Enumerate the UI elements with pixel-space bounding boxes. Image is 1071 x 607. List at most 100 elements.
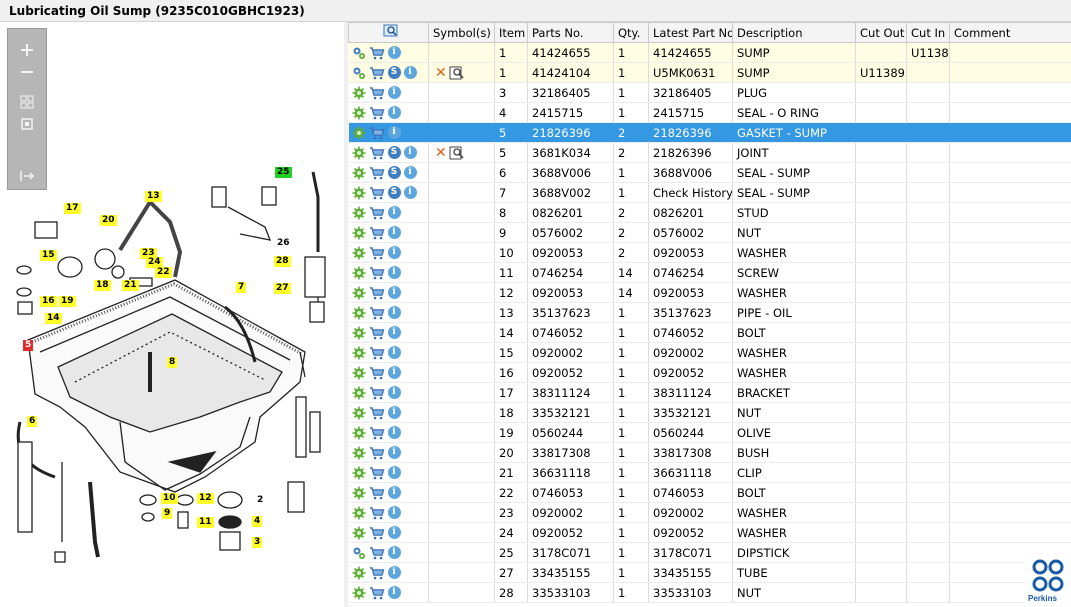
gear-icon[interactable]	[352, 106, 366, 120]
info-icon[interactable]: i	[387, 86, 401, 100]
cart-icon[interactable]	[369, 426, 385, 440]
cart-icon[interactable]	[369, 66, 385, 80]
info-icon[interactable]: i	[387, 246, 401, 260]
callout-14[interactable]: 14	[45, 313, 62, 324]
table-row[interactable]: i 22 0746053 1 0746053 BOLT	[348, 482, 1071, 503]
callout-7[interactable]: 7	[236, 282, 247, 293]
diagram-pane[interactable]: 25 13 17 20 26 15 23 24 28 21 22 18 7 27…	[0, 22, 344, 607]
cross-icon[interactable]: ✕	[435, 145, 447, 161]
info-icon[interactable]: i	[387, 346, 401, 360]
cart-icon[interactable]	[369, 306, 385, 320]
callout-16[interactable]: 16	[40, 296, 57, 307]
supersession-icon[interactable]: S	[387, 146, 401, 160]
column-header-icons[interactable]	[348, 22, 429, 43]
cart-icon[interactable]	[369, 126, 385, 140]
table-row[interactable]: i 27 33435155 1 33435155 TUBE	[348, 562, 1071, 583]
supersession-icon[interactable]: S	[387, 166, 401, 180]
table-row[interactable]: i 8 0826201 2 0826201 STUD	[348, 202, 1071, 223]
cart-icon[interactable]	[369, 586, 385, 600]
callout-28[interactable]: 28	[274, 256, 291, 267]
cart-icon[interactable]	[369, 546, 385, 560]
table-row[interactable]: i 28 33533103 1 33533103 NUT	[348, 582, 1071, 603]
cart-icon[interactable]	[369, 506, 385, 520]
info-icon[interactable]: i	[387, 366, 401, 380]
table-row[interactable]: i 25 3178C071 1 3178C071 DIPSTICK	[348, 542, 1071, 563]
cart-icon[interactable]	[369, 246, 385, 260]
cart-icon[interactable]	[369, 406, 385, 420]
table-row[interactable]: i 13 35137623 1 35137623 PIPE - OIL	[348, 302, 1071, 323]
gear-icon[interactable]	[352, 366, 366, 380]
table-row[interactable]: i 20 33817308 1 33817308 BUSH	[348, 442, 1071, 463]
table-row[interactable]: i 18 33532121 1 33532121 NUT	[348, 402, 1071, 423]
supersession-icon[interactable]: S	[387, 186, 401, 200]
info-icon[interactable]: i	[387, 126, 401, 140]
cart-icon[interactable]	[369, 86, 385, 100]
info-icon[interactable]: i	[387, 386, 401, 400]
info-icon[interactable]: i	[387, 266, 401, 280]
column-header-parts-no[interactable]: Parts No.	[527, 22, 614, 43]
cart-icon[interactable]	[369, 486, 385, 500]
export-button[interactable]	[17, 167, 37, 185]
callout-13[interactable]: 13	[145, 191, 162, 202]
callout-4[interactable]: 4	[252, 516, 263, 527]
gear-icon[interactable]	[352, 286, 366, 300]
table-row[interactable]: Si 6 3688V006 1 3688V006 SEAL - SUMP	[348, 162, 1071, 183]
table-row[interactable]: i 9 0576002 2 0576002 NUT	[348, 222, 1071, 243]
gears-icon[interactable]	[352, 66, 366, 80]
callout-8[interactable]: 8	[167, 357, 178, 368]
zoom-out-button[interactable]	[17, 63, 37, 81]
table-row[interactable]: i 14 0746052 1 0746052 BOLT	[348, 322, 1071, 343]
table-row[interactable]: i141424655141424655SUMPU11389	[348, 42, 1071, 63]
column-header-comment[interactable]: Comment	[949, 22, 1071, 43]
info-icon[interactable]: i	[387, 46, 401, 60]
view-history-icon[interactable]	[449, 66, 465, 80]
info-icon[interactable]: i	[387, 546, 401, 560]
info-icon[interactable]: i	[387, 586, 401, 600]
table-row[interactable]: i 21 36631118 1 36631118 CLIP	[348, 462, 1071, 483]
info-icon[interactable]: i	[387, 406, 401, 420]
callout-15[interactable]: 15	[40, 250, 57, 261]
gear-icon[interactable]	[352, 526, 366, 540]
gear-icon[interactable]	[352, 86, 366, 100]
column-header-latest-part-no[interactable]: Latest Part No.	[648, 22, 733, 43]
info-icon[interactable]: i	[387, 446, 401, 460]
info-icon[interactable]: i	[403, 66, 417, 80]
column-header-cut-out[interactable]: Cut Out	[855, 22, 907, 43]
cart-icon[interactable]	[369, 106, 385, 120]
info-icon[interactable]: i	[387, 566, 401, 580]
table-row[interactable]: Si 7 3688V002 1 Check History SEAL - SUMP	[348, 182, 1071, 203]
fit-page-button[interactable]	[17, 93, 37, 111]
gear-icon[interactable]	[352, 566, 366, 580]
cart-icon[interactable]	[369, 186, 385, 200]
cart-icon[interactable]	[369, 526, 385, 540]
gear-icon[interactable]	[352, 446, 366, 460]
table-row[interactable]: i 4 2415715 1 2415715 SEAL - O RING	[348, 102, 1071, 123]
table-row[interactable]: i 15 0920002 1 0920002 WASHER	[348, 342, 1071, 363]
gear-icon[interactable]	[352, 186, 366, 200]
gear-icon[interactable]	[352, 426, 366, 440]
callout-9[interactable]: 9	[162, 508, 173, 519]
gear-icon[interactable]	[352, 166, 366, 180]
table-row[interactable]: i 16 0920052 1 0920052 WASHER	[348, 362, 1071, 383]
column-header-cut-in[interactable]: Cut In	[906, 22, 950, 43]
info-icon[interactable]: i	[387, 286, 401, 300]
column-header-symbols[interactable]: Symbol(s)	[428, 22, 495, 43]
table-row[interactable]: i 24 0920052 1 0920052 WASHER	[348, 522, 1071, 543]
table-row[interactable]: i 5 21826396 2 21826396 GASKET - SUMP	[348, 122, 1071, 143]
callout-12[interactable]: 12	[197, 493, 214, 504]
info-icon[interactable]: i	[387, 426, 401, 440]
cart-icon[interactable]	[369, 446, 385, 460]
view-history-icon[interactable]	[449, 146, 465, 160]
gear-icon[interactable]	[352, 266, 366, 280]
info-icon[interactable]: i	[387, 506, 401, 520]
cart-icon[interactable]	[369, 206, 385, 220]
zoom-in-button[interactable]	[17, 41, 37, 59]
gear-icon[interactable]	[352, 586, 366, 600]
table-row[interactable]: i 17 38311124 1 38311124 BRACKET	[348, 382, 1071, 403]
info-icon[interactable]: i	[387, 306, 401, 320]
cart-icon[interactable]	[369, 346, 385, 360]
info-icon[interactable]: i	[403, 146, 417, 160]
callout-10[interactable]: 10	[161, 493, 178, 504]
callout-20[interactable]: 20	[100, 215, 117, 226]
info-icon[interactable]: i	[387, 486, 401, 500]
